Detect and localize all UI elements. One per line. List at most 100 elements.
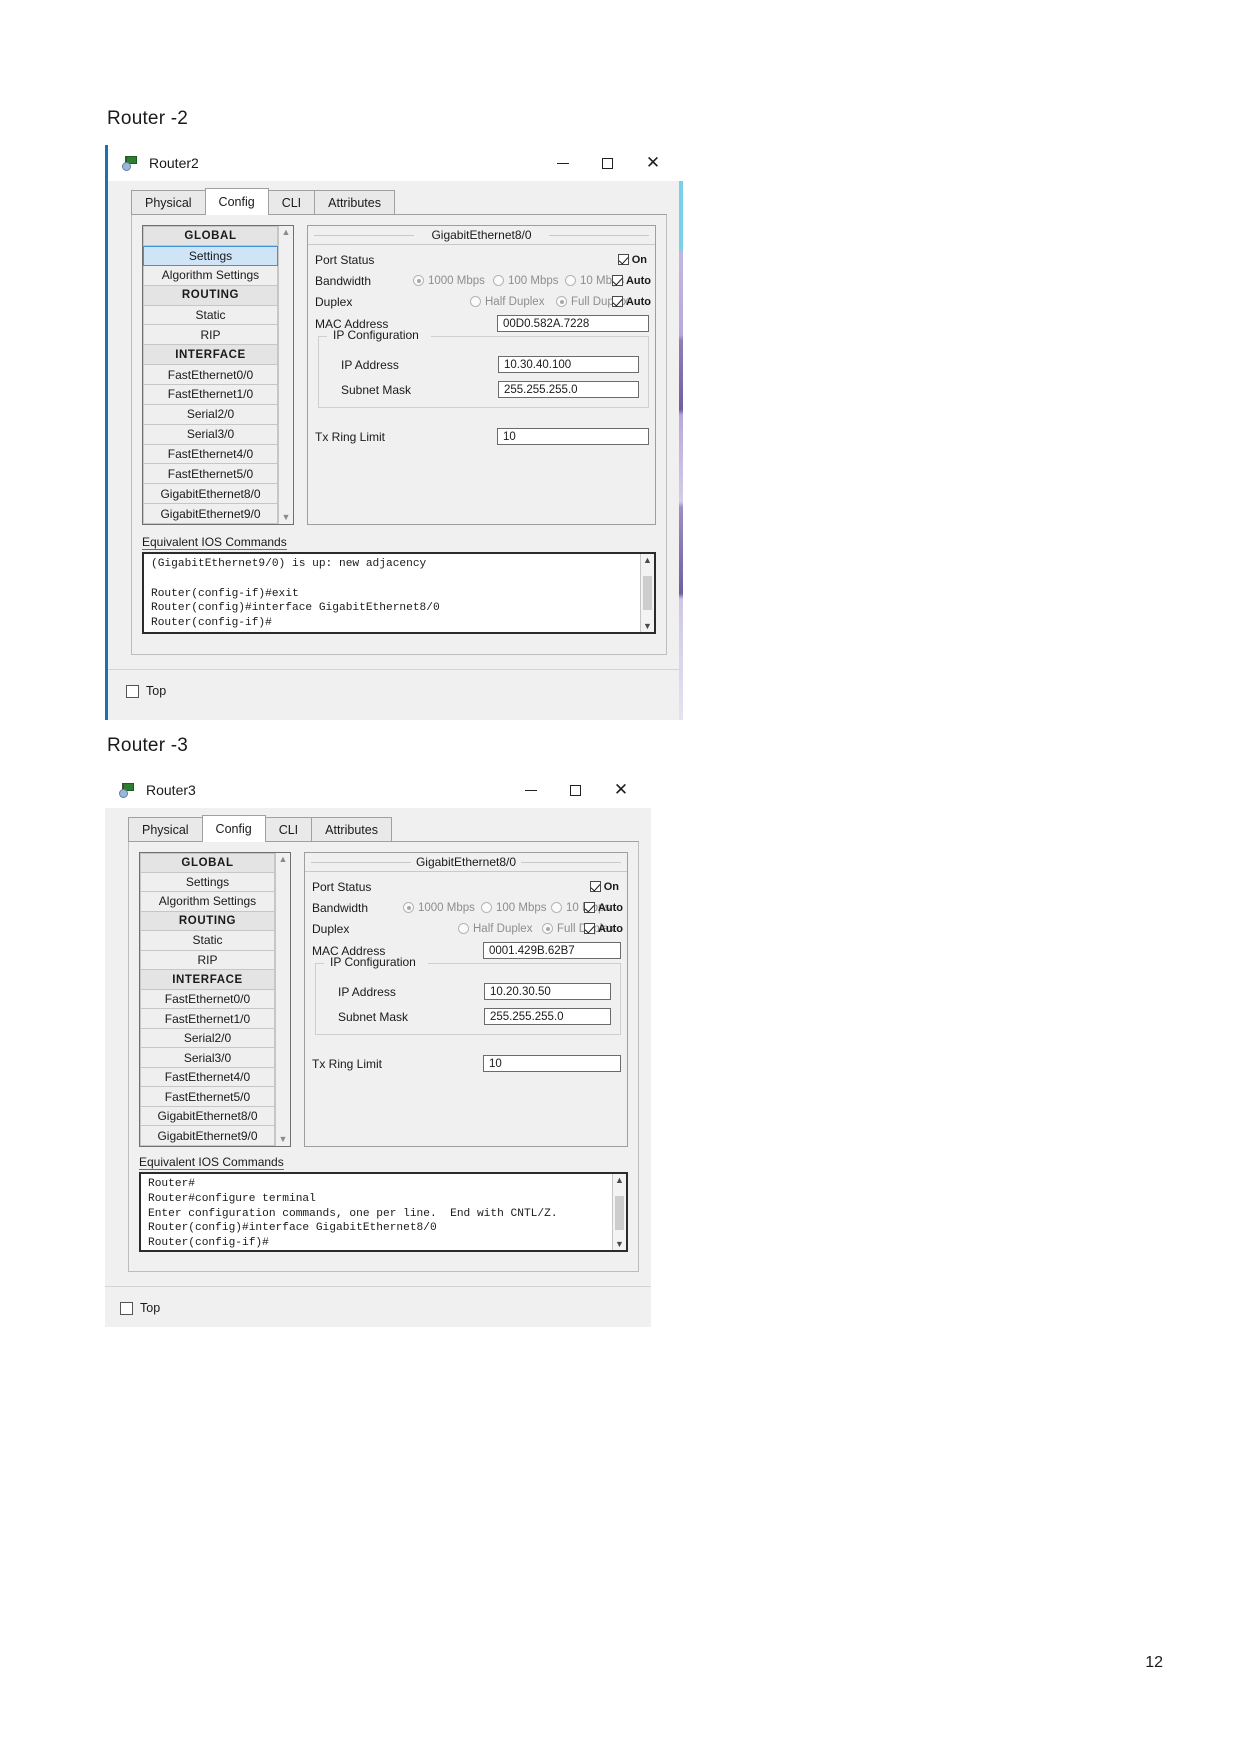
router3-titlebar[interactable]: Router3 ✕ (105, 772, 651, 808)
tx-ring-limit-field[interactable]: 10 (483, 1055, 621, 1072)
chevron-up-icon[interactable]: ▲ (279, 855, 288, 864)
router3-window-title: Router3 (146, 782, 196, 798)
sidebar-item-serial3-0[interactable]: Serial3/0 (140, 1048, 275, 1068)
sidebar-item-fastethernet0-0[interactable]: FastEthernet0/0 (140, 989, 275, 1010)
duplex-half-label: Half Duplex (485, 295, 545, 308)
sidebar-item-gigabitethernet8-0[interactable]: GigabitEthernet8/0 (143, 484, 278, 505)
subnet-mask-field[interactable]: 255.255.255.0 (484, 1008, 611, 1025)
scroll-up-icon[interactable]: ▲ (641, 555, 654, 565)
ios-commands-label: Equivalent IOS Commands (142, 535, 287, 550)
sidebar-item-algorithm-settings[interactable]: Algorithm Settings (143, 265, 278, 286)
router2-ios-console[interactable]: (GigabitEthernet9/0) is up: new adjacenc… (142, 552, 656, 634)
router3-config-panel: GLOBAL Settings Algorithm Settings ROUTI… (128, 842, 639, 1272)
bandwidth-auto-checkbox[interactable]: Auto (583, 902, 623, 914)
tab-attributes[interactable]: Attributes (311, 817, 392, 841)
ip-address-field[interactable]: 10.20.30.50 (484, 983, 611, 1000)
duplex-radio-half[interactable]: Half Duplex (458, 923, 532, 935)
minimize-icon[interactable] (541, 145, 585, 181)
chevron-down-icon[interactable]: ▼ (279, 1135, 288, 1144)
ip-configuration-label: IP Configuration (326, 955, 420, 969)
tab-cli[interactable]: CLI (264, 817, 313, 841)
interface-title: GigabitEthernet8/0 (308, 226, 655, 245)
interface-title: GigabitEthernet8/0 (305, 853, 627, 872)
sidebar-item-algorithm-settings[interactable]: Algorithm Settings (140, 892, 275, 912)
top-checkbox-box[interactable] (120, 1301, 133, 1315)
sidebar-item-fastethernet5-0[interactable]: FastEthernet5/0 (143, 464, 278, 485)
sidebar-header-interface: INTERFACE (140, 970, 275, 990)
top-checkbox[interactable]: Top (120, 1301, 160, 1315)
bandwidth-radio-100[interactable]: 100 Mbps (493, 275, 559, 287)
tab-physical[interactable]: Physical (128, 817, 203, 841)
sidebar-item-fastethernet5-0[interactable]: FastEthernet5/0 (140, 1087, 275, 1107)
sidebar-item-fastethernet1-0[interactable]: FastEthernet1/0 (140, 1009, 275, 1029)
mac-address-field[interactable]: 00D0.582A.7228 (497, 315, 649, 332)
maximize-icon[interactable] (585, 145, 629, 181)
router2-titlebar[interactable]: Router2 ✕ (108, 145, 683, 181)
sidebar-item-gigabitethernet8-0[interactable]: GigabitEthernet8/0 (140, 1106, 275, 1127)
chevron-down-icon[interactable]: ▼ (282, 513, 291, 522)
bandwidth-radio-1000[interactable]: 1000 Mbps (403, 902, 475, 914)
port-status-on-checkbox[interactable]: On (617, 254, 647, 266)
duplex-auto-checkbox[interactable]: Auto (611, 296, 651, 308)
ios-console-scrollbar[interactable]: ▲ ▼ (612, 1174, 626, 1250)
scroll-up-icon[interactable]: ▲ (613, 1175, 626, 1185)
port-status-on-label: On (603, 880, 619, 893)
sidebar-scrollbar[interactable]: ▲ ▼ (275, 853, 290, 1146)
scroll-down-icon[interactable]: ▼ (613, 1239, 626, 1249)
sidebar-item-fastethernet0-0[interactable]: FastEthernet0/0 (143, 365, 278, 385)
close-icon[interactable]: ✕ (599, 772, 643, 808)
panel-divider (105, 1286, 651, 1287)
duplex-radio-half[interactable]: Half Duplex (470, 296, 544, 308)
sidebar-item-fastethernet4-0[interactable]: FastEthernet4/0 (143, 444, 278, 465)
sidebar-item-static[interactable]: Static (143, 305, 278, 326)
top-checkbox-box[interactable] (126, 684, 139, 698)
ip-address-label: IP Address (338, 984, 396, 999)
subnet-mask-row: Subnet Mask 255.255.255.0 (319, 379, 648, 400)
subnet-mask-row: Subnet Mask 255.255.255.0 (316, 1006, 620, 1027)
sidebar-item-serial2-0[interactable]: Serial2/0 (140, 1028, 275, 1049)
router3-window: Router3 ✕ Physical Config CLI Attributes… (105, 772, 651, 1327)
sidebar-item-serial3-0[interactable]: Serial3/0 (143, 424, 278, 445)
close-icon[interactable]: ✕ (631, 145, 675, 181)
tab-config[interactable]: Config (204, 188, 269, 215)
tab-cli[interactable]: CLI (267, 190, 316, 214)
minimize-icon[interactable] (509, 772, 553, 808)
port-status-on-checkbox[interactable]: On (589, 880, 619, 893)
sidebar-item-fastethernet4-0[interactable]: FastEthernet4/0 (140, 1067, 275, 1088)
router2-ios-console-text: (GigabitEthernet9/0) is up: new adjacenc… (151, 558, 440, 630)
tab-attributes[interactable]: Attributes (314, 190, 395, 214)
sidebar-item-gigabitethernet9-0[interactable]: GigabitEthernet9/0 (143, 504, 278, 524)
maximize-icon[interactable] (553, 772, 597, 808)
router3-ios-console[interactable]: Router# Router#configure terminal Enter … (139, 1172, 628, 1252)
scrollbar-thumb[interactable] (615, 1196, 624, 1230)
ios-commands-label: Equivalent IOS Commands (139, 1155, 284, 1170)
sidebar-item-static[interactable]: Static (140, 931, 275, 951)
sidebar-item-serial2-0[interactable]: Serial2/0 (143, 404, 278, 425)
duplex-auto-checkbox[interactable]: Auto (583, 923, 623, 935)
sidebar-scrollbar[interactable]: ▲ ▼ (278, 226, 293, 524)
bandwidth-auto-checkbox[interactable]: Auto (611, 275, 651, 287)
scroll-down-icon[interactable]: ▼ (641, 621, 654, 631)
sidebar-item-gigabitethernet9-0[interactable]: GigabitEthernet9/0 (140, 1126, 275, 1147)
ip-address-field[interactable]: 10.30.40.100 (498, 356, 639, 373)
sidebar-item-fastethernet1-0[interactable]: FastEthernet1/0 (143, 384, 278, 405)
router-flag-icon (119, 782, 137, 798)
tab-config[interactable]: Config (201, 815, 266, 842)
mac-address-field[interactable]: 0001.429B.62B7 (483, 942, 621, 959)
sidebar-item-rip[interactable]: RIP (143, 325, 278, 346)
chevron-up-icon[interactable]: ▲ (282, 228, 291, 237)
port-status-row: Port Status On (305, 876, 627, 897)
port-status-label: Port Status (312, 879, 372, 894)
sidebar-item-settings[interactable]: Settings (143, 245, 278, 266)
sidebar-item-settings[interactable]: Settings (140, 872, 275, 893)
router2-config-panel: GLOBAL Settings Algorithm Settings ROUTI… (131, 215, 667, 655)
top-checkbox[interactable]: Top (126, 684, 166, 698)
ios-console-scrollbar[interactable]: ▲ ▼ (640, 554, 654, 632)
bandwidth-radio-100[interactable]: 100 Mbps (481, 902, 547, 914)
subnet-mask-field[interactable]: 255.255.255.0 (498, 381, 639, 398)
bandwidth-radio-1000[interactable]: 1000 Mbps (413, 275, 485, 287)
scrollbar-thumb[interactable] (643, 576, 652, 610)
sidebar-item-rip[interactable]: RIP (140, 950, 275, 971)
tab-physical[interactable]: Physical (131, 190, 206, 214)
tx-ring-limit-field[interactable]: 10 (497, 428, 649, 445)
